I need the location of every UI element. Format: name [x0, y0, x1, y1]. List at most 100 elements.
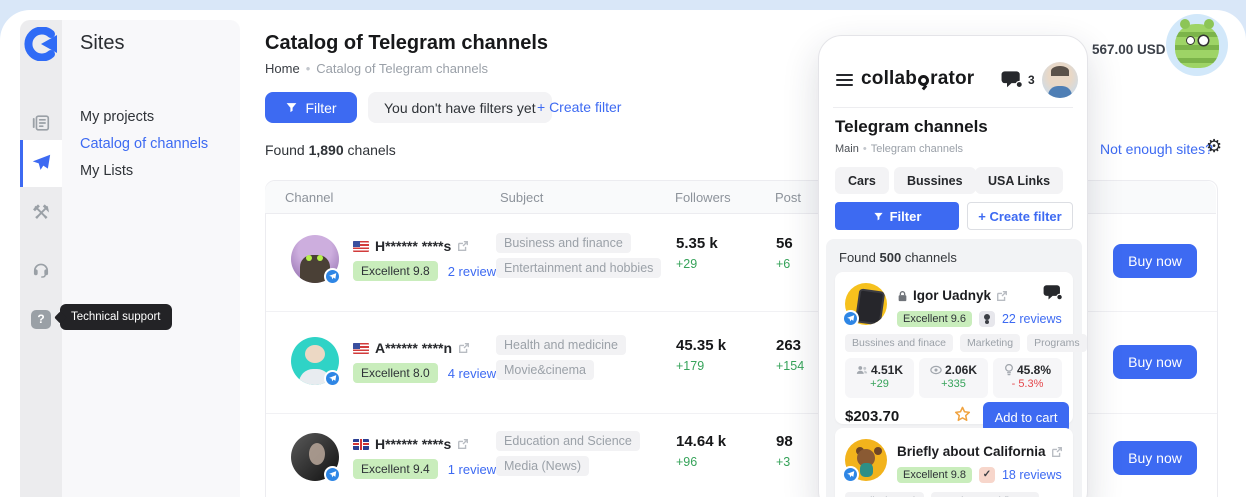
chat-bubble-icon[interactable]	[1001, 70, 1023, 90]
us-flag-icon	[353, 343, 369, 354]
sidebar-item-my-lists[interactable]: My Lists	[80, 163, 133, 179]
stat-value: 2.06K	[945, 363, 977, 377]
user-avatar[interactable]	[1042, 62, 1078, 98]
rating-row: Excellent 9.8 ✓ 18 reviews	[897, 467, 1062, 483]
posts-delta: +6	[776, 257, 790, 271]
external-link-icon[interactable]	[457, 240, 469, 252]
logo-magnifier-o-icon	[918, 75, 929, 86]
subject-tag: Business and finance	[496, 233, 631, 253]
posts-delta: +154	[776, 359, 804, 373]
channel-avatar	[845, 439, 887, 481]
buy-now-button[interactable]: Buy now	[1113, 345, 1197, 379]
gear-icon[interactable]: ⚙	[1206, 136, 1222, 157]
favorite-star-icon[interactable]	[953, 405, 972, 424]
hamburger-menu-icon[interactable]	[836, 74, 853, 86]
rating-badge: Excellent 9.6	[897, 311, 972, 327]
external-link-icon[interactable]	[996, 290, 1008, 302]
channel-name-row: Briefly about California	[897, 444, 1063, 459]
sidebar-item-tools[interactable]: ⚒	[20, 190, 62, 236]
channel-avatar	[291, 337, 339, 385]
tab-cars[interactable]: Cars	[835, 167, 889, 194]
chat-question-icon: ?	[31, 310, 51, 329]
external-link-icon[interactable]	[458, 342, 470, 354]
channel-name: H****** ****s	[375, 238, 451, 254]
collaborator-logo-icon[interactable]	[24, 27, 58, 61]
subject-tag: Movie&cinema	[496, 360, 594, 380]
sites-panel	[62, 20, 240, 497]
rating-row: Excellent 9.6 22 reviews	[897, 311, 1062, 327]
balance-currency-selector[interactable]: 567.00 USD▾	[1092, 42, 1174, 57]
buy-now-button[interactable]: Buy now	[1113, 244, 1197, 278]
phone-create-filter-button[interactable]: + Create filter	[967, 202, 1073, 230]
filter-button[interactable]: Filter	[265, 92, 357, 123]
tag: Bussines and finace	[931, 492, 1039, 497]
reviews-link[interactable]: 1 review	[448, 462, 496, 477]
verified-badge-icon: ✓	[979, 467, 995, 483]
reviews-link[interactable]: 22 reviews	[1002, 312, 1062, 326]
external-link-icon[interactable]	[1051, 446, 1063, 458]
channel-name-row: Igor Uadnyk	[897, 288, 1008, 303]
rating-badge: Excellent 9.8	[353, 261, 438, 281]
telegram-badge-icon	[324, 466, 341, 483]
phone-found-line: Found 500 channels	[839, 250, 957, 265]
phone-filter-button[interactable]: Filter	[835, 202, 959, 230]
col-header-followers: Followers	[675, 190, 731, 205]
not-enough-sites-link[interactable]: Not enough sites?	[1100, 141, 1213, 157]
chat-bubble-icon[interactable]	[1043, 284, 1063, 302]
tab-usa-links[interactable]: USA Links	[975, 167, 1063, 194]
uk-flag-icon	[353, 439, 369, 450]
funnel-icon	[873, 211, 884, 222]
stat-views: 2.06K +335	[919, 358, 988, 398]
sidebar-item-channels[interactable]	[20, 140, 62, 186]
col-header-subject: Subject	[500, 190, 543, 205]
sidebar-title: Sites	[80, 32, 124, 55]
rating-row: Excellent 9.8 2 reviews	[353, 261, 503, 281]
found-suffix: channels	[905, 250, 957, 265]
logo-text-left: collab	[861, 68, 917, 90]
rating-badge: Excellent 9.8	[897, 467, 972, 483]
tab-bussines[interactable]: Bussines	[894, 167, 976, 194]
sidebar-item-catalog-of-channels[interactable]: Catalog of channels	[80, 136, 208, 152]
channel-name-row: A****** ****n	[353, 340, 470, 356]
phone-breadcrumb-home[interactable]: Main	[835, 143, 859, 155]
channel-avatar	[845, 283, 887, 325]
tag: Marketing	[960, 334, 1020, 352]
tag: Programs	[1027, 334, 1087, 352]
no-filters-notice: You don't have filters yet	[368, 92, 552, 123]
channel-name-row: H****** ****s	[353, 238, 469, 254]
buy-now-button[interactable]: Buy now	[1113, 441, 1197, 475]
followers-value: 14.64 k	[676, 433, 726, 450]
reviews-link[interactable]: 4 reviews	[448, 366, 503, 381]
external-link-icon[interactable]	[457, 438, 469, 450]
tag: Bussines and finace	[845, 334, 953, 352]
anonymous-badge-icon	[979, 311, 995, 327]
posts-value: 56	[776, 235, 793, 252]
page-title: Catalog of Telegram channels	[265, 32, 548, 55]
us-flag-icon	[353, 241, 369, 252]
funnel-icon	[285, 101, 298, 114]
breadcrumb-home[interactable]: Home	[265, 61, 300, 76]
views-icon	[930, 365, 942, 375]
found-prefix: Found	[265, 142, 305, 158]
reviews-link[interactable]: 2 reviews	[448, 264, 503, 279]
followers-delta: +179	[676, 359, 704, 373]
reviews-link[interactable]: 18 reviews	[1002, 468, 1062, 482]
col-header-post: Post	[775, 190, 801, 205]
followers-delta: +29	[676, 257, 697, 271]
tools-icon: ⚒	[32, 203, 50, 223]
sidebar-item-support-headset[interactable]	[20, 246, 62, 292]
sidebar-item-my-projects[interactable]: My projects	[80, 109, 154, 125]
followers-value: 5.35 k	[676, 235, 718, 252]
rating-badge: Excellent 8.0	[353, 363, 438, 383]
posts-delta: +3	[776, 455, 790, 469]
green-monster-mascot	[1175, 24, 1219, 68]
mascot-avatar	[1166, 14, 1228, 76]
lock-icon	[897, 290, 908, 302]
subject-tag: Health and medicine	[496, 335, 626, 355]
subject-tag: Education and Science	[496, 431, 640, 451]
rating-badge: Excellent 9.4	[353, 459, 438, 479]
tag-row: Bussines and finace Marketing Programs	[845, 334, 1087, 352]
subject-tags: Education and Science Media (News)	[496, 431, 686, 481]
create-filter-link[interactable]: + Create filter	[537, 99, 621, 115]
channel-name-row: H****** ****s	[353, 436, 469, 452]
